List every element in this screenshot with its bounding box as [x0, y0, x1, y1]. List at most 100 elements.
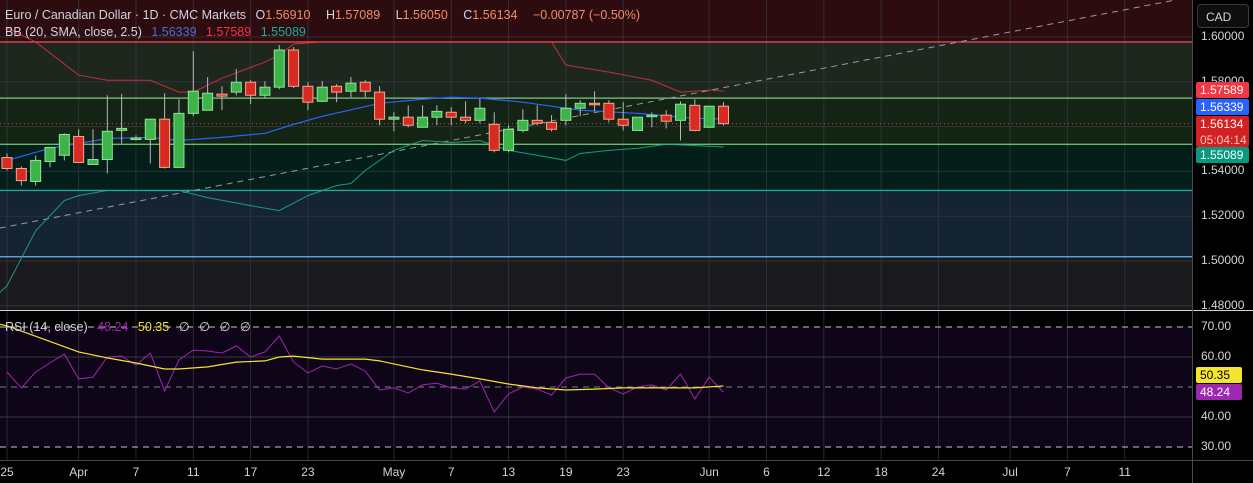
candle-up [646, 114, 658, 118]
bb-upper-value: 1.57589 [206, 25, 252, 39]
rsi-value: 48.24 [97, 320, 129, 334]
rsi-ma-value: 50.35 [137, 320, 170, 334]
time-tick-label: 7 [132, 465, 140, 479]
candle-down [488, 123, 500, 151]
rsi-tick-label: 40.00 [1201, 409, 1232, 423]
candle-down [660, 114, 672, 122]
time-tick-label: 24 [931, 465, 946, 479]
candle-down [374, 91, 386, 120]
pane-divider[interactable] [0, 310, 1253, 311]
candle-up [560, 107, 572, 121]
candle-down [15, 167, 27, 182]
rsi-tick-label: 60.00 [1201, 349, 1232, 363]
time-tick-label: 23 [301, 465, 315, 479]
time-tick-label: 11 [187, 465, 200, 479]
candle-down [546, 121, 558, 130]
time-tick-label: Apr [69, 465, 88, 479]
candle-up [173, 112, 185, 168]
candle-up [431, 110, 443, 118]
currency-button[interactable]: CAD [1197, 4, 1249, 28]
candle-up [574, 102, 586, 109]
candle-up [474, 107, 486, 121]
candle-down [689, 104, 701, 131]
bb-label[interactable]: BB (20, SMA, close, 2.5) [5, 25, 142, 39]
candle-up [345, 82, 357, 92]
candle-down [402, 116, 414, 126]
price-chart[interactable] [0, 0, 1192, 310]
candle-down [1, 157, 13, 169]
candle-up [101, 130, 113, 161]
candle-down [288, 49, 300, 87]
bb-upper-badge: 1.57589 [1196, 82, 1249, 98]
time-tick-label: 7 [1064, 465, 1071, 479]
candle-up [388, 116, 400, 120]
candle-down [159, 118, 171, 168]
price-tick-label: 1.50000 [1201, 253, 1245, 267]
candle-up [116, 127, 128, 131]
rsi-extra: ∅ [219, 320, 231, 334]
bb-legend[interactable]: BB (20, SMA, close, 2.5) 1.56339 1.57589… [5, 25, 312, 39]
rsi-extra: ∅ [199, 320, 210, 334]
price-tick-label: 1.52000 [1201, 208, 1245, 223]
time-tick-label: 23 [616, 465, 630, 479]
candle-up [87, 159, 99, 165]
candle-up [202, 92, 214, 111]
axis-divider [1192, 0, 1193, 483]
symbol-title[interactable]: Euro / Canadian Dollar · 1D · CMC Market… [5, 8, 246, 22]
ohlc-low: L1.56050 [395, 8, 448, 22]
candle-down [302, 85, 314, 103]
rsi-tick-label: 30.00 [1201, 439, 1232, 453]
candle-down [245, 81, 257, 96]
candle-down [589, 102, 601, 106]
candle-down [445, 111, 457, 118]
time-tick-label: Jul [1002, 465, 1018, 479]
bb-basis-badge: 1.56339 [1196, 99, 1249, 115]
candle-up [44, 146, 56, 163]
symbol-legend: Euro / Canadian Dollar · 1D · CMC Market… [5, 8, 646, 22]
rsi-tick-label: 70.00 [1201, 319, 1232, 333]
candle-down [73, 135, 85, 163]
price-change: −0.00787 (−0.50%) [532, 8, 640, 22]
candle-up [230, 81, 242, 93]
rsi-label[interactable]: RSI (14, close) [5, 320, 88, 334]
time-tick-label: 19 [559, 465, 573, 479]
time-tick-label: 25 [0, 465, 14, 479]
candle-up [187, 90, 199, 114]
candle-up [503, 128, 515, 151]
time-tick-label: Jun [699, 465, 719, 479]
price-zone [0, 256, 1192, 310]
price-tick-label: 1.60000 [1201, 29, 1245, 43]
candle-up [259, 86, 271, 96]
candle-down [460, 116, 472, 121]
rsi-extra: ∅ [178, 320, 190, 334]
bb-lower-value: 1.55089 [260, 25, 306, 39]
time-axis-divider [0, 460, 1253, 461]
rsi-legend[interactable]: RSI (14, close) 48.24 50.35 ∅ ∅ ∅ ∅ [5, 319, 257, 334]
time-tick-label: May [382, 465, 406, 479]
candle-down [718, 105, 729, 125]
ohlc-open: O1.56910 [255, 8, 311, 22]
ohlc-high: H1.57089 [325, 8, 381, 22]
price-tick-label: 1.54000 [1201, 163, 1245, 178]
time-tick-label: 11 [1118, 465, 1131, 479]
price-tick-label: 1.48000 [1201, 297, 1245, 312]
last-price-badge: 1.56134 05:04:14 [1196, 116, 1249, 147]
candle-up [130, 137, 142, 141]
time-tick-label: 17 [243, 465, 258, 479]
rsi-ma-badge: 50.35 [1196, 367, 1242, 383]
time-tick-label: 6 [763, 465, 770, 479]
candle-up [703, 105, 715, 128]
bar-countdown: 05:04:14 [1200, 133, 1247, 147]
candle-down [531, 119, 543, 124]
candle-up [316, 86, 328, 102]
time-tick-label: 18 [874, 465, 888, 479]
last-price: 1.56134 [1200, 117, 1244, 131]
candle-up [30, 159, 42, 182]
bb-lower-badge: 1.55089 [1196, 147, 1249, 163]
candle-up [144, 118, 156, 140]
candle-up [58, 133, 70, 156]
candle-down [216, 93, 228, 97]
rsi-badge: 48.24 [1196, 384, 1242, 400]
candle-up [517, 119, 529, 131]
candle-up [417, 116, 429, 128]
